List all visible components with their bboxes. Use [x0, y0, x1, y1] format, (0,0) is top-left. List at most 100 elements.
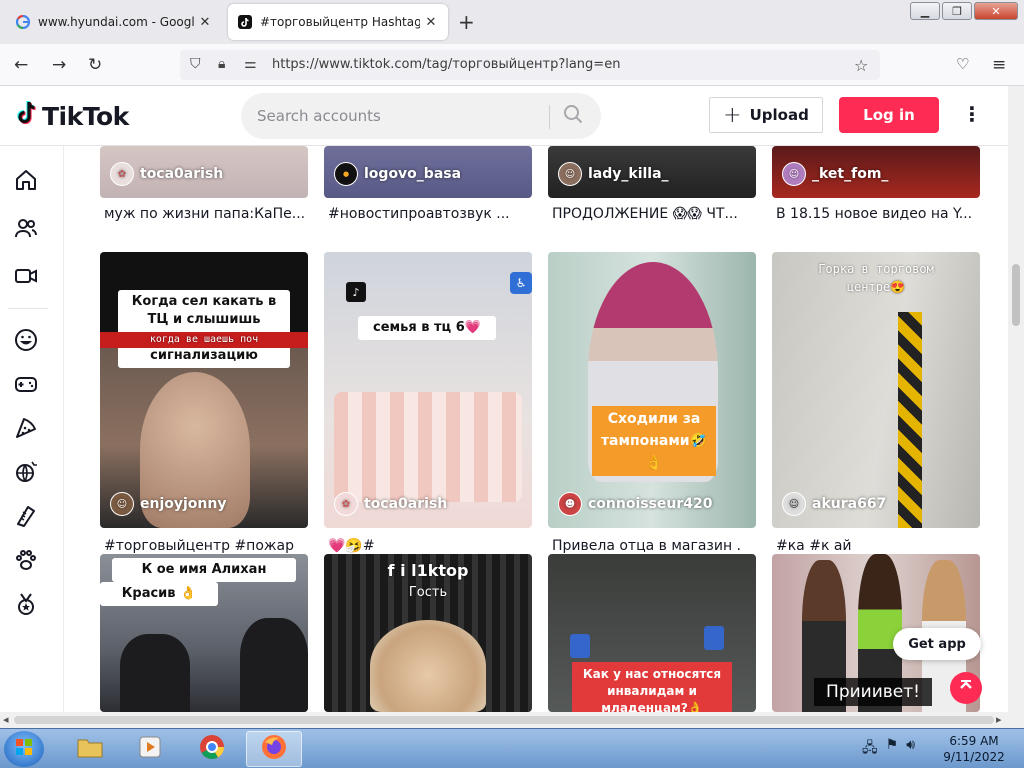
video-description[interactable]: #ка #к ай: [776, 538, 984, 554]
new-tab-button[interactable]: +: [458, 10, 475, 34]
url-bar[interactable]: ⛉ 🔒︎ ⚌ https://www.tiktok.com/tag/торгов…: [180, 50, 880, 80]
scroll-left-icon[interactable]: ◂: [3, 713, 9, 726]
login-button[interactable]: Log in: [839, 97, 939, 133]
video-caption-overlay: Красив 👌: [100, 582, 218, 606]
avatar: ✿: [110, 162, 134, 186]
username: lady_killa_: [588, 166, 669, 182]
file-explorer-taskbar-button[interactable]: [62, 731, 118, 767]
network-icon[interactable]: 🖧: [862, 737, 878, 761]
tab-hyundai-google[interactable]: www.hyundai.com - Google Se ✕: [6, 4, 222, 40]
browser-nav-bar: ← → ↻ ⛉ 🔒︎ ⚌ https://www.tiktok.com/tag/…: [0, 44, 1024, 86]
search-icon[interactable]: [563, 104, 583, 129]
video-author[interactable]: ☻ connoisseur420: [558, 492, 713, 516]
search-input[interactable]: Search accounts: [257, 107, 381, 125]
hazard-stripe-image: [898, 312, 922, 528]
tab-close-icon[interactable]: ✕: [424, 15, 438, 30]
video-card[interactable]: Горка в торговом центре😍 ☺ akura667: [772, 252, 980, 528]
video-card[interactable]: К ое имя Алихан Красив 👌: [100, 554, 308, 712]
lock-icon[interactable]: 🔒︎: [218, 56, 225, 72]
shield-icon[interactable]: ⛉: [190, 56, 201, 72]
video-author[interactable]: ☺ enjoyjonny: [110, 492, 226, 516]
video-author[interactable]: ✿ toca0arish: [334, 492, 447, 516]
horizontal-scrollbar[interactable]: ◂ ▸: [0, 712, 1024, 728]
volume-icon[interactable]: 🔊︎: [906, 737, 915, 761]
video-card[interactable]: Когда сел какать в ТЦ и слышишь пожарную…: [100, 252, 308, 528]
video-description[interactable]: #новостипроавтозвук ...: [328, 206, 536, 222]
clock-date: 9/11/2022: [943, 750, 1005, 764]
beauty-icon[interactable]: [12, 502, 40, 530]
get-app-button[interactable]: Get app: [893, 628, 981, 660]
tab-tiktok-hashtag[interactable]: #торговыйцентр Hashtag Vide ✕: [228, 4, 448, 40]
reload-icon[interactable]: ↻: [88, 55, 102, 75]
home-icon[interactable]: [12, 166, 40, 194]
following-icon[interactable]: [12, 214, 40, 242]
video-caption-overlay: Горка в торговом центре😍: [818, 262, 934, 294]
minimize-button[interactable]: ▁: [910, 2, 940, 20]
animals-icon[interactable]: [12, 546, 40, 574]
video-card[interactable]: Сходили за тампонами🤣👌 ☻ connoisseur420: [548, 252, 756, 528]
pocket-icon[interactable]: ♡: [956, 55, 969, 73]
firefox-taskbar-button[interactable]: [246, 731, 302, 767]
video-description[interactable]: муж по жизни папа:КаПе...: [104, 206, 312, 222]
tiktok-logo[interactable]: TikTok: [16, 100, 129, 133]
video-card[interactable]: ✿ toca0arish: [100, 146, 308, 198]
video-card[interactable]: ● logovo_basa: [324, 146, 532, 198]
video-card[interactable]: ☺ _ket_fom_: [772, 146, 980, 198]
media-player-taskbar-button[interactable]: [122, 731, 178, 767]
tiktok-header: TikTok Search accounts + Upload Log in ⋮: [0, 86, 1008, 146]
video-description[interactable]: #торговыйцентр #пожар: [104, 538, 312, 554]
food-icon[interactable]: [12, 414, 40, 442]
url-text[interactable]: https://www.tiktok.com/tag/торговыйцентр…: [272, 57, 620, 72]
permissions-icon[interactable]: ⚌: [244, 56, 257, 72]
media-player-icon: [138, 735, 162, 764]
video-description[interactable]: Привела отца в магазин .: [552, 538, 760, 554]
forward-arrow-icon[interactable]: →: [52, 55, 66, 75]
username: logovo_basa: [364, 166, 462, 182]
video-author[interactable]: ☺ _ket_fom_: [782, 162, 888, 186]
tab-close-icon[interactable]: ✕: [198, 15, 212, 30]
horizontal-scroll-thumb[interactable]: [14, 716, 994, 724]
video-card[interactable]: ☺ lady_killa_: [548, 146, 756, 198]
video-card[interactable]: f i l1ktop Гость: [324, 554, 532, 712]
person-image: [240, 618, 308, 712]
scroll-right-icon[interactable]: ▸: [996, 713, 1002, 726]
achievement-icon[interactable]: [12, 590, 40, 618]
live-icon[interactable]: [12, 262, 40, 290]
person-image: [120, 634, 190, 712]
flag-icon[interactable]: ⚑: [886, 737, 899, 761]
video-card[interactable]: Как у нас относятся инвалидам и младенца…: [548, 554, 756, 712]
vertical-scroll-thumb[interactable]: [1012, 264, 1020, 326]
bookmark-star-icon[interactable]: ☆: [854, 56, 868, 75]
upload-label: Upload: [749, 106, 809, 124]
tiktok-watermark-icon: ♪: [346, 282, 366, 302]
maximize-button[interactable]: ❐: [942, 2, 972, 20]
upload-button[interactable]: + Upload: [709, 97, 823, 133]
back-arrow-icon[interactable]: ←: [14, 55, 28, 75]
menu-hamburger-icon[interactable]: ≡: [992, 55, 1006, 75]
video-caption-overlay: Сходили за тампонами🤣👌: [592, 406, 716, 476]
close-window-button[interactable]: ✕: [974, 2, 1018, 20]
back-to-top-button[interactable]: [950, 672, 982, 704]
video-author[interactable]: ● logovo_basa: [334, 162, 461, 186]
video-author[interactable]: ☺ lady_killa_: [558, 162, 669, 186]
comedy-icon[interactable]: [12, 326, 40, 354]
video-card[interactable]: ♪ ♿ семья в тц 6💗 ✿ toca0arish: [324, 252, 532, 528]
search-box[interactable]: Search accounts: [241, 93, 601, 139]
video-author[interactable]: ☺ akura667: [782, 492, 886, 516]
username: _ket_fom_: [812, 166, 889, 182]
username: toca0arish: [364, 496, 448, 512]
system-clock[interactable]: 6:59 AM 9/11/2022: [940, 733, 1008, 765]
video-author[interactable]: ✿ toca0arish: [110, 162, 223, 186]
more-options-icon[interactable]: ⋮: [962, 102, 982, 126]
username: connoisseur420: [588, 496, 713, 512]
vertical-scrollbar[interactable]: [1008, 86, 1024, 712]
chrome-taskbar-button[interactable]: [184, 731, 240, 767]
gaming-icon[interactable]: [12, 370, 40, 398]
start-button[interactable]: [4, 731, 44, 767]
video-description[interactable]: 💗🤧#: [328, 538, 536, 554]
video-description[interactable]: В 18.15 новое видео на Y...: [776, 206, 984, 222]
tiktok-note-icon: [16, 100, 38, 133]
browser-tab-bar: www.hyundai.com - Google Se ✕ #торговыйц…: [0, 0, 1024, 44]
video-description[interactable]: ПРОДОЛЖЕНИЕ 😱😱 ЧТ...: [552, 206, 760, 222]
sports-icon[interactable]: [12, 458, 40, 486]
